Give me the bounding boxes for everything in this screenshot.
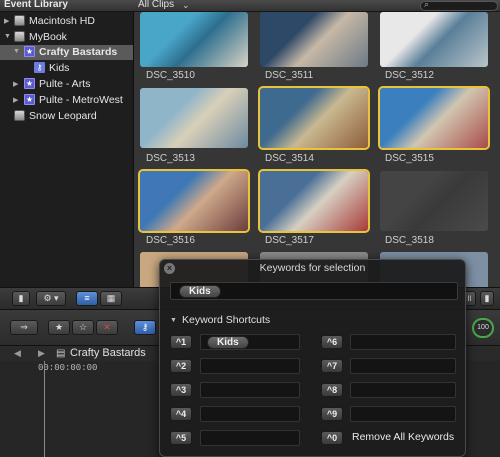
gear-icon[interactable]: ⚙ ▾ [36, 291, 66, 306]
timecode: 00:00:00:00 [38, 363, 98, 373]
shortcut-key-4: ^4 [170, 407, 192, 421]
final-cut-window: Event Library All Clips ⌄ ⌕ ▶ Macintosh … [0, 0, 500, 457]
keyword-shortcuts-label: Keyword Shortcuts [182, 314, 271, 326]
keyword-key-icon[interactable]: ⚷ [134, 320, 156, 335]
sidebar-item-label: Crafty Bastards [39, 46, 118, 58]
keyword-token[interactable]: Kids [179, 285, 221, 298]
unrate-star-icon[interactable]: ☆ [72, 320, 94, 335]
project-name: Crafty Bastards [70, 347, 146, 359]
clip-browser: DSC_3510 DSC_3511 DSC_3512 DSC_3513 DSC_… [134, 12, 500, 287]
sidebar-item-label: Snow Leopard [29, 110, 97, 122]
event-star-icon: ★ [24, 78, 35, 89]
sidebar-item-kids[interactable]: ⚷ Kids [0, 61, 134, 76]
shortcut-field-6[interactable] [350, 334, 456, 350]
list-view-button[interactable]: ▦ [100, 291, 122, 306]
keywords-hud: × Keywords for selection Kids ▼ Keyword … [159, 259, 466, 457]
hard-disk-icon [14, 31, 25, 42]
hard-disk-icon [14, 15, 25, 26]
sidebar-item-pulte-metrowest[interactable]: ▶ ★ Pulte - MetroWest [0, 93, 134, 108]
shortcut-key-7: ^7 [321, 359, 343, 373]
clip-thumbnail[interactable] [140, 88, 248, 148]
clip-name: DSC_3515 [385, 153, 434, 164]
sidebar-item-mybook[interactable]: ▼ MyBook [0, 30, 134, 45]
shortcut-key-1: ^1 [170, 335, 192, 349]
shortcut-field-9[interactable] [350, 406, 456, 422]
shortcut-field-4[interactable] [200, 406, 300, 422]
reject-icon[interactable]: ✕ [96, 320, 118, 335]
disclosure-triangle-icon[interactable]: ▶ [4, 17, 9, 25]
shortcut-key-8: ^8 [321, 383, 343, 397]
clip-name: DSC_3514 [265, 153, 314, 164]
event-library-sidebar: ▶ Macintosh HD ▼ MyBook ▼ ★ Crafty Basta… [0, 12, 134, 287]
browser-header: Event Library All Clips ⌄ ⌕ [0, 0, 500, 12]
clip-name: DSC_3518 [385, 235, 434, 246]
sidebar-item-label: Pulte - Arts [39, 78, 91, 90]
audio-meter-icon[interactable]: ▮ [480, 291, 494, 306]
forward-arrow-icon[interactable]: ▶ [38, 348, 45, 359]
search-input[interactable] [420, 1, 498, 11]
chevron-down-icon[interactable]: ⌄ [182, 0, 190, 11]
clip-thumbnail[interactable] [138, 169, 250, 233]
event-star-icon: ★ [24, 94, 35, 105]
project-icon: ▤ [56, 348, 66, 359]
sidebar-item-label: Macintosh HD [29, 15, 95, 27]
shortcut-key-5: ^5 [170, 431, 192, 445]
favorite-star-icon[interactable]: ★ [48, 320, 70, 335]
clip-name: DSC_3516 [146, 235, 195, 246]
disclosure-triangle-icon[interactable]: ▶ [13, 80, 18, 88]
event-library-title: Event Library [4, 0, 68, 10]
sidebar-item-snow-leopard[interactable]: Snow Leopard [0, 109, 134, 124]
sidebar-item-label: Kids [49, 62, 70, 74]
clip-name: DSC_3511 [265, 70, 314, 81]
clip-thumbnail[interactable] [260, 12, 368, 67]
disclosure-triangle-icon[interactable]: ▼ [13, 48, 20, 55]
level-gauge[interactable]: 100 [472, 318, 494, 338]
clip-thumbnail[interactable] [380, 12, 488, 67]
shortcut-field-8[interactable] [350, 382, 456, 398]
shortcut-key-6: ^6 [321, 335, 343, 349]
clip-thumbnail[interactable] [378, 86, 490, 150]
sidebar-item-label: Pulte - MetroWest [39, 94, 123, 106]
shortcut-field-2[interactable] [200, 358, 300, 374]
keyword-collection-icon: ⚷ [34, 62, 45, 73]
shortcut-key-3: ^3 [170, 383, 192, 397]
hud-title: Keywords for selection [259, 262, 366, 274]
keyword-field[interactable]: Kids [170, 282, 458, 300]
clip-name: DSC_3517 [265, 235, 314, 246]
sidebar-item-crafty-bastards[interactable]: ▼ ★ Crafty Bastards [0, 45, 134, 60]
disclosure-triangle-icon[interactable]: ▼ [4, 33, 11, 40]
clip-name: DSC_3513 [146, 153, 195, 164]
hard-disk-icon [14, 110, 25, 121]
clip-thumbnail[interactable] [380, 171, 488, 231]
remove-all-keywords-button[interactable]: Remove All Keywords [352, 431, 454, 443]
keyword-token[interactable]: Kids [207, 336, 249, 349]
shortcut-field-7[interactable] [350, 358, 456, 374]
event-star-icon: ★ [24, 46, 35, 57]
clip-name: DSC_3512 [385, 70, 434, 81]
back-arrow-icon[interactable]: ◀ [14, 348, 21, 359]
sidebar-item-pulte-arts[interactable]: ▶ ★ Pulte - Arts [0, 77, 134, 92]
shortcut-field-3[interactable] [200, 382, 300, 398]
shortcut-field-5[interactable] [200, 430, 300, 446]
shortcut-field-1[interactable]: Kids [200, 334, 300, 350]
sidebar-item-label: MyBook [29, 31, 67, 43]
clip-thumbnail[interactable] [140, 12, 248, 67]
search-icon: ⌕ [424, 0, 430, 9]
import-icon[interactable]: ⇒ [10, 320, 38, 335]
clip-thumbnail[interactable] [258, 169, 370, 233]
clips-filter-menu[interactable]: All Clips [138, 0, 174, 10]
disclosure-triangle-icon[interactable]: ▼ [170, 317, 177, 324]
disclosure-triangle-icon[interactable]: ▶ [13, 96, 18, 104]
sidebar-item-macintosh-hd[interactable]: ▶ Macintosh HD [0, 14, 134, 29]
playhead[interactable] [44, 361, 45, 457]
shortcut-key-0[interactable]: ^0 [321, 431, 343, 445]
clip-thumbnail[interactable] [258, 86, 370, 150]
filmstrip-view-button[interactable]: ≡ [76, 291, 98, 306]
shortcut-key-9: ^9 [321, 407, 343, 421]
shortcut-key-2: ^2 [170, 359, 192, 373]
show-library-button[interactable]: ▮ [12, 291, 30, 306]
clip-name: DSC_3510 [146, 70, 195, 81]
